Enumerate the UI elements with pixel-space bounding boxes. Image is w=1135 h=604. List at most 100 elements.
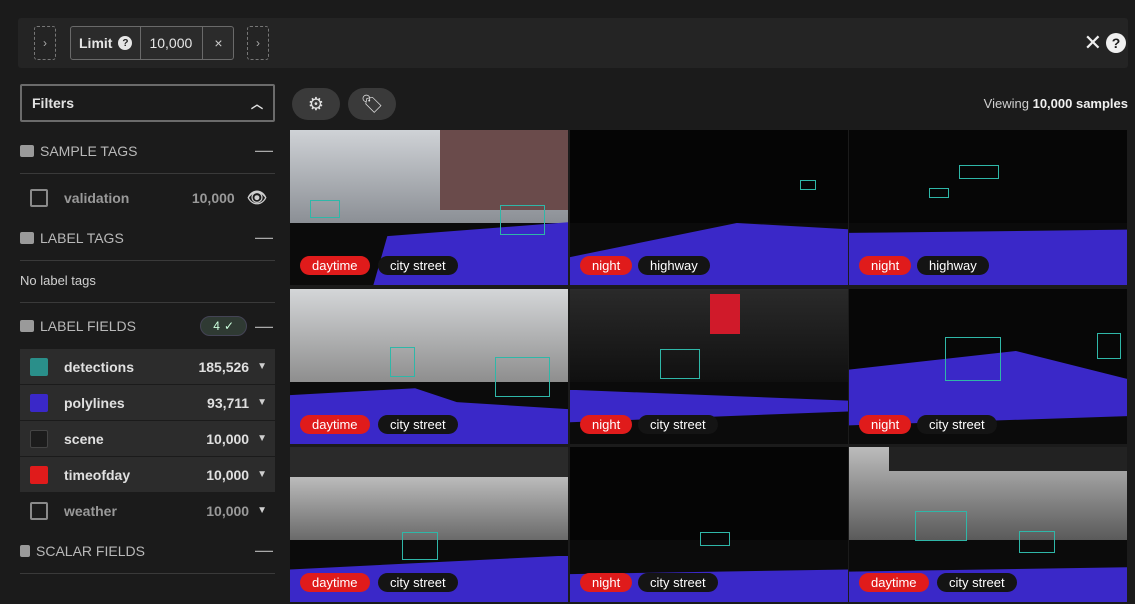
limit-label: Limit bbox=[79, 35, 113, 51]
tag-button[interactable]: 🏷 bbox=[348, 88, 396, 120]
label-fields-header[interactable]: LABEL FIELDS 4 ✓ — bbox=[20, 303, 275, 349]
caret-down-icon[interactable]: ▼ bbox=[257, 505, 267, 516]
detection-box bbox=[800, 180, 816, 190]
detection-box bbox=[700, 532, 730, 546]
sample-tile[interactable]: night city street bbox=[570, 289, 848, 444]
label-tags-header[interactable]: LABEL TAGS — bbox=[20, 215, 275, 261]
scene-tag: city street bbox=[378, 415, 458, 434]
settings-button[interactable]: ⚙ bbox=[292, 88, 340, 120]
label-field-row[interactable]: timeofday 10,000 ▼ bbox=[20, 457, 275, 492]
view-bar-right-arrow[interactable]: › bbox=[247, 26, 269, 60]
label-field-name: detections bbox=[64, 358, 135, 375]
label-field-row[interactable]: weather 10,000 ▼ bbox=[20, 493, 275, 528]
checkbox[interactable] bbox=[30, 393, 48, 412]
label-fields-count-badge[interactable]: 4 ✓ bbox=[200, 316, 247, 336]
viewing-prefix: Viewing bbox=[983, 96, 1029, 111]
app-root: › Limit ? 10,000 × › ✕ ? Filters ︿ SAMPL… bbox=[0, 0, 1135, 604]
scene-tag: city street bbox=[378, 573, 458, 592]
checkbox[interactable] bbox=[30, 188, 48, 207]
fields-icon bbox=[20, 320, 34, 332]
eye-icon[interactable]: 👁 bbox=[247, 188, 267, 208]
caret-down-icon[interactable]: ▼ bbox=[257, 433, 267, 444]
label-field-count: 10,000 bbox=[206, 430, 250, 447]
sample-tile[interactable]: daytime city street bbox=[290, 447, 568, 602]
clear-view-icon[interactable]: ✕ bbox=[1084, 32, 1102, 54]
label-field-name: timeofday bbox=[64, 466, 131, 483]
label-field-row[interactable]: polylines 93,711 ▼ bbox=[20, 385, 275, 420]
sample-tile[interactable]: night city street bbox=[570, 447, 848, 602]
scene-tag: city street bbox=[937, 573, 1017, 592]
timeofday-tag: night bbox=[580, 256, 633, 275]
timeofday-tag: night bbox=[859, 256, 912, 275]
sample-tile[interactable]: daytime city street bbox=[290, 130, 568, 285]
label-field-row[interactable]: scene 10,000 ▼ bbox=[20, 421, 275, 456]
sample-image bbox=[570, 447, 848, 540]
checkbox[interactable] bbox=[30, 501, 48, 520]
sample-tile[interactable]: night city street bbox=[849, 289, 1127, 444]
detection-box bbox=[660, 349, 700, 379]
tags-icon bbox=[20, 144, 34, 157]
checkbox[interactable] bbox=[30, 429, 48, 448]
collapse-icon[interactable]: — bbox=[255, 227, 275, 248]
no-label-tags-text: No label tags bbox=[20, 261, 275, 303]
label-field-count: 10,000 bbox=[206, 502, 250, 519]
limit-value[interactable]: 10,000 bbox=[141, 27, 204, 59]
sample-tile[interactable]: daytime city street bbox=[849, 447, 1127, 602]
caret-down-icon[interactable]: ▼ bbox=[257, 397, 267, 408]
timeofday-tag: daytime bbox=[300, 256, 370, 275]
scene-tag: highway bbox=[638, 256, 710, 275]
overpass bbox=[290, 447, 568, 477]
limit-stage-label-box: Limit ? bbox=[71, 27, 142, 59]
checkbox[interactable] bbox=[30, 357, 48, 376]
caret-down-icon[interactable]: ▼ bbox=[257, 469, 267, 480]
filters-dropdown[interactable]: Filters ︿ bbox=[20, 84, 275, 122]
help-circle-icon[interactable]: ? bbox=[1106, 33, 1126, 53]
gear-icon: ⚙ bbox=[307, 93, 325, 114]
polyline-overlay bbox=[570, 223, 848, 285]
detection-box bbox=[402, 532, 438, 560]
sample-tag-count: 10,000 bbox=[191, 189, 235, 206]
label-field-name: weather bbox=[64, 502, 117, 519]
detection-box bbox=[310, 200, 340, 218]
detection-box bbox=[929, 188, 949, 198]
label-field-row[interactable]: detections 185,526 ▼ bbox=[20, 349, 275, 384]
sample-tags-title: SAMPLE TAGS bbox=[40, 142, 138, 159]
sample-tile[interactable]: daytime city street bbox=[290, 289, 568, 444]
collapse-icon[interactable]: — bbox=[255, 540, 275, 561]
view-bar-left-arrow[interactable]: › bbox=[34, 26, 56, 60]
sample-tile[interactable]: night highway bbox=[849, 130, 1127, 285]
scene-tag: highway bbox=[917, 256, 989, 275]
sample-grid: daytime city street night highway night … bbox=[290, 130, 1135, 604]
checkbox[interactable] bbox=[30, 465, 48, 484]
bar-chart-icon bbox=[20, 544, 30, 557]
building bbox=[440, 130, 568, 210]
label-field-name: polylines bbox=[64, 394, 125, 411]
sample-tile[interactable]: night highway bbox=[570, 130, 848, 285]
detection-box bbox=[500, 205, 545, 235]
sample-tag-row[interactable]: validation 10,000 👁 bbox=[20, 180, 275, 215]
sample-image bbox=[570, 130, 848, 223]
collapse-icon[interactable]: — bbox=[255, 316, 275, 337]
detection-box bbox=[945, 337, 1001, 381]
limit-stage[interactable]: Limit ? 10,000 × bbox=[70, 26, 235, 60]
timeofday-tag: daytime bbox=[300, 415, 370, 434]
filters-label: Filters bbox=[32, 95, 75, 111]
scalar-fields-header[interactable]: SCALAR FIELDS — bbox=[20, 528, 275, 574]
timeofday-tag: night bbox=[580, 415, 633, 434]
tag-icon bbox=[20, 231, 34, 244]
timeofday-tag: night bbox=[580, 573, 633, 592]
scene-tag: city street bbox=[638, 415, 718, 434]
label-field-count: 185,526 bbox=[198, 358, 250, 375]
caret-down-icon[interactable]: ▼ bbox=[257, 361, 267, 372]
help-icon[interactable]: ? bbox=[118, 36, 133, 50]
detection-box bbox=[959, 165, 999, 179]
timeofday-tag: night bbox=[859, 415, 912, 434]
detection-box bbox=[1097, 333, 1121, 359]
view-bar: › Limit ? 10,000 × › ✕ ? bbox=[18, 18, 1128, 68]
remove-stage-icon[interactable]: × bbox=[203, 27, 233, 59]
timeofday-tag: daytime bbox=[859, 573, 929, 592]
scalar-fields-title: SCALAR FIELDS bbox=[36, 542, 145, 559]
scene-tag: city street bbox=[917, 415, 997, 434]
collapse-icon[interactable]: — bbox=[255, 140, 275, 161]
sample-tags-header[interactable]: SAMPLE TAGS — bbox=[20, 128, 275, 174]
